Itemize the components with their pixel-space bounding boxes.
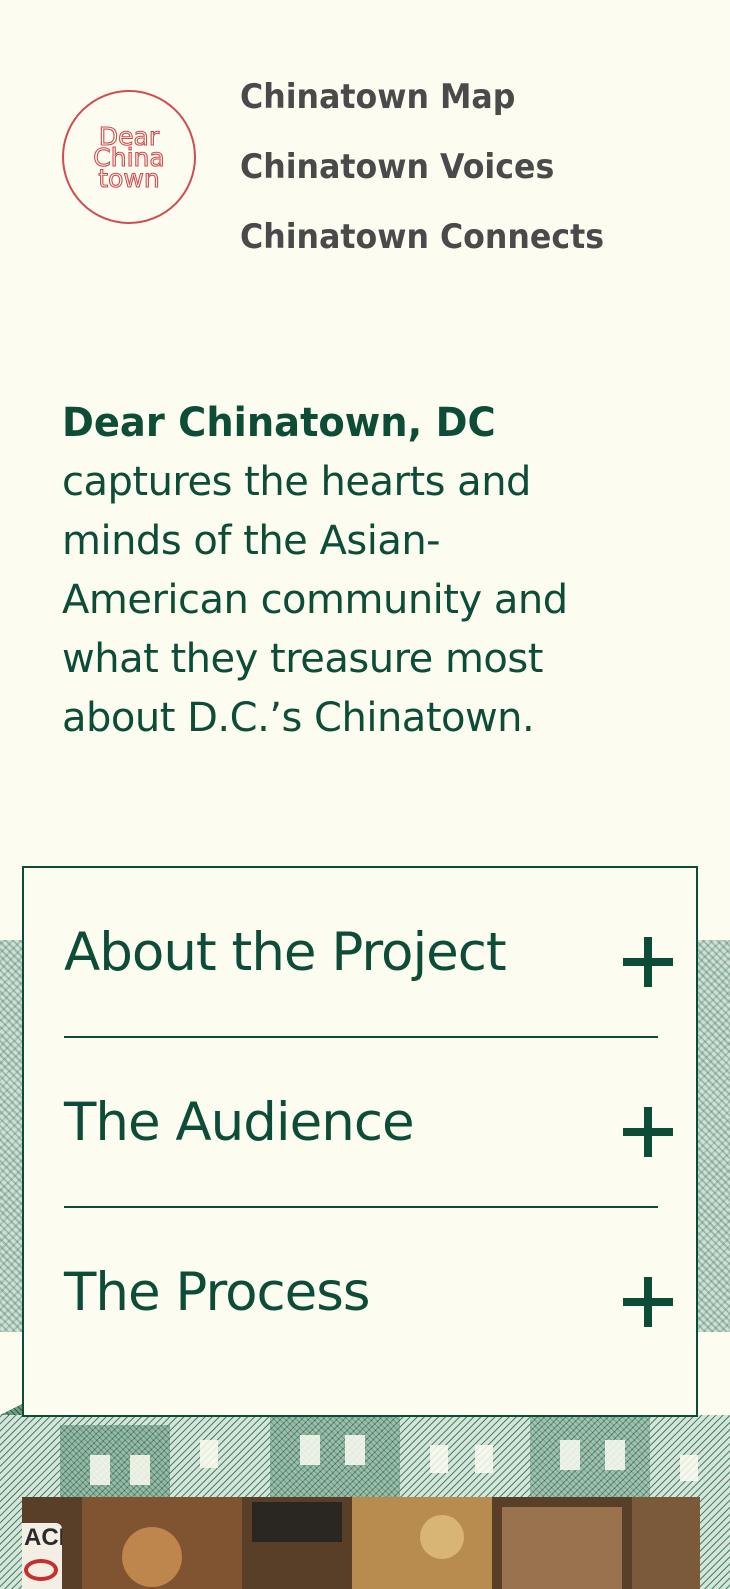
nav-item: Chinatown Connects	[240, 202, 631, 272]
chinatown-store-photo: ACK	[22, 1497, 700, 1589]
plus-icon[interactable]	[620, 1273, 676, 1329]
accordion-item-the-process[interactable]: The Process	[64, 1208, 673, 1378]
intro-section: Dear Chinatown, DC captures the hearts a…	[62, 393, 672, 748]
nav-item: Chinatown Map	[240, 62, 631, 132]
logo-text-line-3: town	[98, 163, 160, 193]
main-nav: Chinatown Map Chinatown Voices Chinatown…	[240, 62, 631, 272]
nav-link-chinatown-voices[interactable]: Chinatown Voices	[240, 132, 604, 202]
accordion-label: About the Project	[64, 922, 507, 983]
nav-item: Chinatown Voices	[240, 132, 631, 202]
accordion-label: The Process	[64, 1262, 370, 1323]
intro-title: Dear Chinatown, DC	[62, 400, 496, 446]
info-accordion: About the Project The Audience The Proce…	[22, 866, 698, 1417]
plus-icon[interactable]	[620, 933, 676, 989]
accordion-item-about-the-project[interactable]: About the Project	[64, 868, 673, 1038]
accordion-item-the-audience[interactable]: The Audience	[64, 1038, 673, 1208]
nav-link-chinatown-map[interactable]: Chinatown Map	[240, 62, 604, 132]
intro-description: captures the hearts and minds of the Asi…	[62, 459, 568, 741]
plus-icon[interactable]	[620, 1103, 676, 1159]
store-sign: ACK	[22, 1523, 62, 1589]
accordion-label: The Audience	[64, 1092, 415, 1153]
nav-link-chinatown-connects[interactable]: Chinatown Connects	[240, 202, 604, 272]
logo-home-link[interactable]: Dear China town	[62, 90, 196, 224]
page: Dear China town Chinatown Map Chinatown …	[0, 0, 730, 1589]
store-sign-text: ACK	[24, 1524, 62, 1551]
store-sign-graphic	[24, 1559, 58, 1581]
